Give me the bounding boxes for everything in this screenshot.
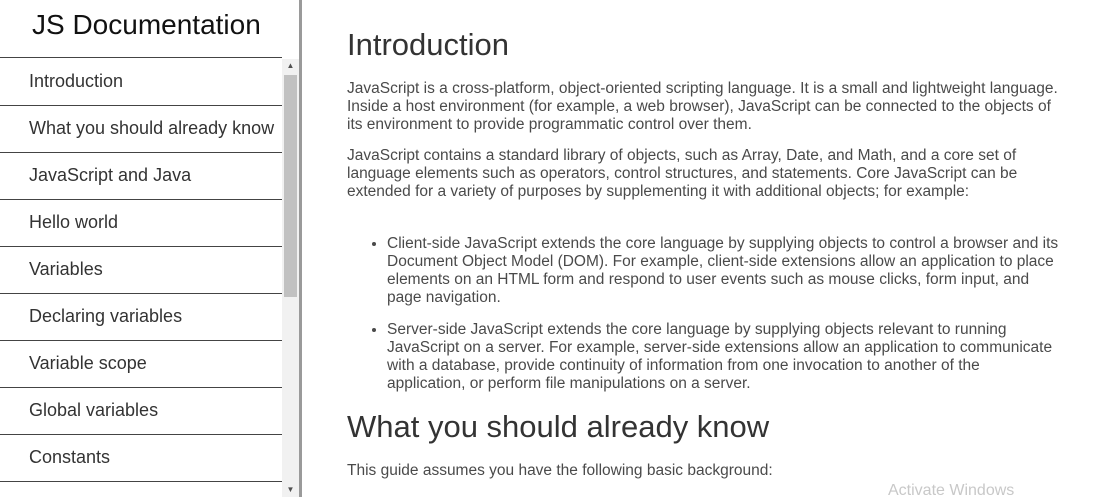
bullet-list: Client-side JavaScript extends the core …	[347, 235, 1062, 393]
nav-link-introduction[interactable]: Introduction	[0, 59, 282, 106]
paragraph: JavaScript contains a standard library o…	[347, 147, 1018, 200]
nav-link-variable-scope[interactable]: Variable scope	[0, 341, 282, 388]
list-item: Client-side JavaScript extends the core …	[387, 235, 1062, 307]
paragraph: This guide assumes you have the followin…	[347, 462, 773, 479]
nav-link-global-variables[interactable]: Global variables	[0, 388, 282, 435]
nav-link-variables[interactable]: Variables	[0, 247, 282, 294]
scrollbar-thumb[interactable]	[284, 75, 297, 297]
navbar: JS Documentation Introduction What you s…	[0, 0, 302, 497]
nav-link-javascript-and-java[interactable]: JavaScript and Java	[0, 153, 282, 200]
nav-link-what-you-should-already-know[interactable]: What you should already know	[0, 106, 282, 153]
chevron-down-icon[interactable]: ▼	[282, 483, 299, 497]
activate-windows-watermark: Activate Windows	[888, 482, 1015, 497]
app-window: JS Documentation Introduction What you s…	[0, 0, 1093, 497]
section-introduction: Introduction JavaScript is a cross-platf…	[347, 0, 1062, 393]
nav-scrollbar[interactable]: ▲ ▼	[282, 59, 299, 497]
nav-link-constants[interactable]: Constants	[0, 435, 282, 482]
section-title: What you should already know	[347, 409, 770, 444]
chevron-up-icon[interactable]: ▲	[282, 59, 299, 73]
nav-link-declaring-variables[interactable]: Declaring variables	[0, 294, 282, 341]
nav-list: Introduction What you should already kno…	[0, 59, 282, 497]
navbar-header: JS Documentation	[0, 0, 282, 58]
nav-link-hello-world[interactable]: Hello world	[0, 200, 282, 247]
list-item: Server-side JavaScript extends the core …	[387, 321, 1062, 393]
section-what-you-should-already-know: What you should already know This guide …	[347, 408, 1062, 480]
paragraph: JavaScript is a cross-platform, object-o…	[347, 80, 1058, 133]
navbar-title: JS Documentation	[32, 9, 261, 40]
section-title: Introduction	[347, 27, 509, 62]
main-doc: Introduction JavaScript is a cross-platf…	[302, 0, 1093, 497]
